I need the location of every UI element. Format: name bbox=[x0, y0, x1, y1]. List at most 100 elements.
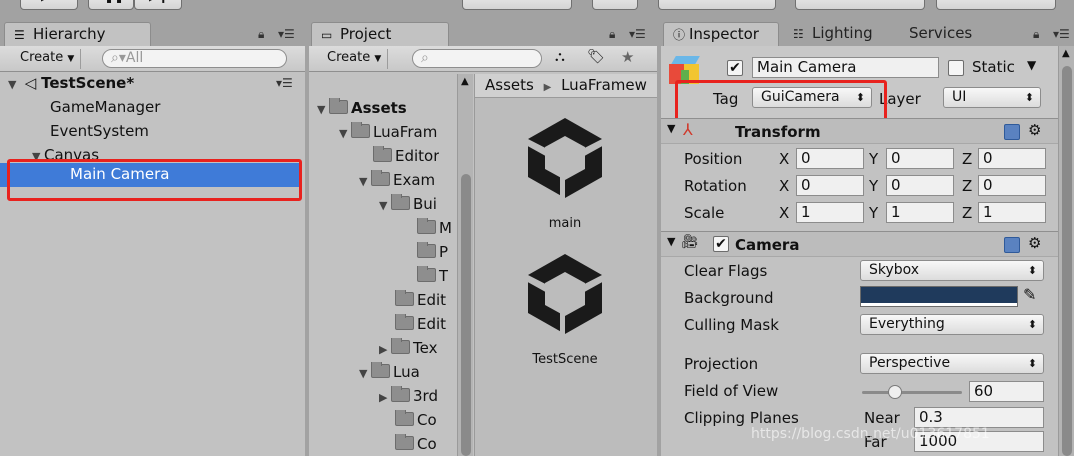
culling-mask-dropdown[interactable]: Everything ⬍ bbox=[860, 314, 1044, 335]
updown-arrow-icon: ⬍ bbox=[1027, 264, 1037, 277]
hierarchy-item-eventsystem[interactable]: EventSystem bbox=[0, 120, 300, 144]
panel-menu-icon[interactable]: ▾☰ bbox=[278, 27, 295, 41]
background-color-swatch[interactable] bbox=[860, 286, 1018, 307]
step-button[interactable]: ▶❙ bbox=[134, 0, 182, 10]
collab-button[interactable] bbox=[462, 0, 572, 10]
object-name-field[interactable]: Main Camera bbox=[752, 57, 939, 78]
lock-icon[interactable]: 🔒︎ bbox=[1033, 27, 1039, 42]
pause-button[interactable]: ❚❚ bbox=[88, 0, 134, 10]
hierarchy-panel: ☰ Hierarchy 🔒︎ ▾☰ Create ▼ ⌕▾All ▼ ◁ Test… bbox=[0, 20, 305, 456]
help-book-icon[interactable] bbox=[1004, 237, 1020, 253]
static-checkbox[interactable] bbox=[948, 60, 964, 76]
tab-lighting[interactable]: ☷ Lighting bbox=[793, 24, 873, 42]
active-checkbox[interactable]: ✔ bbox=[727, 60, 743, 76]
static-dropdown-icon[interactable]: ▼ bbox=[1027, 58, 1036, 72]
layout-button[interactable] bbox=[936, 0, 1056, 10]
clear-flags-dropdown[interactable]: Skybox ⬍ bbox=[860, 260, 1044, 281]
transform-axis-icon: ⅄ bbox=[683, 120, 693, 139]
layers-button[interactable] bbox=[795, 0, 925, 10]
transform-header[interactable]: ▼ ⅄ Transform ⚙︎ bbox=[661, 118, 1074, 144]
scene-row[interactable]: ▼ ◁ TestScene* ▾☰ bbox=[0, 72, 300, 96]
scale-x-field[interactable]: 1 bbox=[796, 202, 864, 223]
tab-services[interactable]: Services bbox=[909, 24, 972, 42]
folder-icon bbox=[417, 218, 436, 234]
help-book-icon[interactable] bbox=[1004, 124, 1020, 140]
layer-dropdown[interactable]: UI ⬍ bbox=[943, 87, 1041, 108]
filter-type-icon[interactable]: ⛬ bbox=[555, 49, 565, 65]
breadcrumb-luaframework[interactable]: LuaFramew bbox=[561, 76, 647, 94]
play-button[interactable]: ▶ bbox=[20, 0, 78, 10]
hierarchy-item-gamemanager[interactable]: GameManager bbox=[0, 96, 300, 120]
inspector-scroll-thumb[interactable] bbox=[1062, 66, 1072, 456]
tree-item[interactable]: Edit bbox=[395, 314, 446, 338]
eyedropper-icon[interactable]: ✎ bbox=[1023, 285, 1036, 304]
lock-icon[interactable]: 🔒︎ bbox=[609, 27, 615, 42]
collapse-arrow-icon[interactable]: ▼ bbox=[667, 235, 675, 248]
tree-item[interactable]: M bbox=[417, 218, 452, 242]
lock-icon[interactable]: 🔒︎ bbox=[258, 27, 264, 42]
scene-menu-icon[interactable]: ▾☰ bbox=[276, 76, 293, 90]
tree-item[interactable]: ▶ Tex bbox=[379, 338, 437, 362]
near-field[interactable]: 0.3 bbox=[914, 407, 1044, 428]
rotation-label: Rotation bbox=[684, 177, 747, 195]
tree-item[interactable]: ▼ LuaFram bbox=[339, 122, 437, 146]
inspector-scrollbar[interactable]: ▲ bbox=[1058, 46, 1074, 456]
label-tag-icon[interactable]: 🏷︎ bbox=[587, 49, 605, 65]
projection-label: Projection bbox=[684, 355, 759, 373]
camera-enabled-checkbox[interactable]: ✔ bbox=[713, 236, 729, 252]
fov-value-field[interactable]: 60 bbox=[969, 381, 1044, 402]
asset-item-main[interactable]: main bbox=[515, 114, 615, 232]
tree-item[interactable]: T bbox=[417, 266, 448, 290]
tree-scroll-thumb[interactable] bbox=[461, 174, 471, 456]
cloud-button[interactable] bbox=[592, 0, 638, 10]
scale-z-field[interactable]: 1 bbox=[978, 202, 1046, 223]
projection-dropdown[interactable]: Perspective ⬍ bbox=[860, 353, 1044, 374]
project-create-button[interactable]: Create ▼ bbox=[321, 49, 389, 69]
axis-z-label: Z bbox=[962, 204, 973, 222]
rotation-x-field[interactable]: 0 bbox=[796, 175, 864, 196]
scroll-up-icon[interactable]: ▲ bbox=[1062, 48, 1070, 59]
settings-gear-icon[interactable]: ⚙︎ bbox=[1028, 121, 1041, 139]
breadcrumb-assets[interactable]: Assets bbox=[485, 76, 534, 94]
position-y-field[interactable]: 0 bbox=[886, 148, 954, 169]
expand-arrow-icon[interactable]: ▼ bbox=[8, 78, 20, 91]
scale-y-field[interactable]: 1 bbox=[886, 202, 954, 223]
tree-item[interactable]: P bbox=[417, 242, 448, 266]
panel-menu-icon[interactable]: ▾☰ bbox=[1053, 27, 1070, 41]
rotation-y-field[interactable]: 0 bbox=[886, 175, 954, 196]
hierarchy-search-input[interactable]: ⌕▾All bbox=[102, 49, 287, 68]
tree-item[interactable]: Editor bbox=[373, 146, 439, 170]
tree-item[interactable]: Co bbox=[395, 434, 437, 456]
tab-project[interactable]: ▭ Project bbox=[311, 22, 449, 46]
axis-y-label: Y bbox=[869, 177, 879, 195]
tree-item[interactable]: Edit bbox=[395, 290, 446, 314]
tab-inspector[interactable]: ⓘ Inspector bbox=[663, 22, 779, 46]
asset-item-testscene[interactable]: TestScene bbox=[515, 250, 615, 368]
collapse-arrow-icon[interactable]: ▼ bbox=[667, 122, 675, 135]
tree-scrollbar[interactable]: ▲ bbox=[457, 74, 473, 456]
axis-x-label: X bbox=[779, 150, 790, 168]
folder-icon bbox=[351, 122, 370, 138]
rotation-z-field[interactable]: 0 bbox=[978, 175, 1046, 196]
position-x-field[interactable]: 0 bbox=[796, 148, 864, 169]
favorite-star-icon[interactable]: ★ bbox=[621, 48, 634, 66]
position-z-field[interactable]: 0 bbox=[978, 148, 1046, 169]
tree-item[interactable]: ▼ Exam bbox=[359, 170, 435, 194]
tree-item[interactable]: ▶ 3rd bbox=[379, 386, 438, 410]
camera-header[interactable]: ▼ 🎥︎ ✔ Camera ⚙︎ bbox=[661, 231, 1074, 257]
tree-item[interactable]: ▼ Lua bbox=[359, 362, 420, 386]
tree-item[interactable]: ▼ Assets bbox=[317, 98, 407, 122]
folder-icon bbox=[373, 146, 392, 162]
tree-item[interactable]: ▼ Bui bbox=[379, 194, 437, 218]
panel-menu-icon[interactable]: ▾☰ bbox=[629, 27, 646, 41]
settings-gear-icon[interactable]: ⚙︎ bbox=[1028, 234, 1041, 252]
watermark-text: https://blog.csdn.net/u013617851 bbox=[751, 426, 990, 442]
project-search-input[interactable]: ⌕ bbox=[412, 49, 542, 68]
account-button[interactable] bbox=[658, 0, 776, 10]
scroll-up-icon[interactable]: ▲ bbox=[461, 76, 469, 87]
fov-slider-thumb[interactable] bbox=[888, 385, 902, 399]
fov-slider-track[interactable] bbox=[862, 385, 962, 399]
tree-item[interactable]: Co bbox=[395, 410, 437, 434]
hierarchy-create-button[interactable]: Create ▼ bbox=[14, 49, 82, 69]
tab-hierarchy[interactable]: ☰ Hierarchy bbox=[4, 22, 151, 46]
